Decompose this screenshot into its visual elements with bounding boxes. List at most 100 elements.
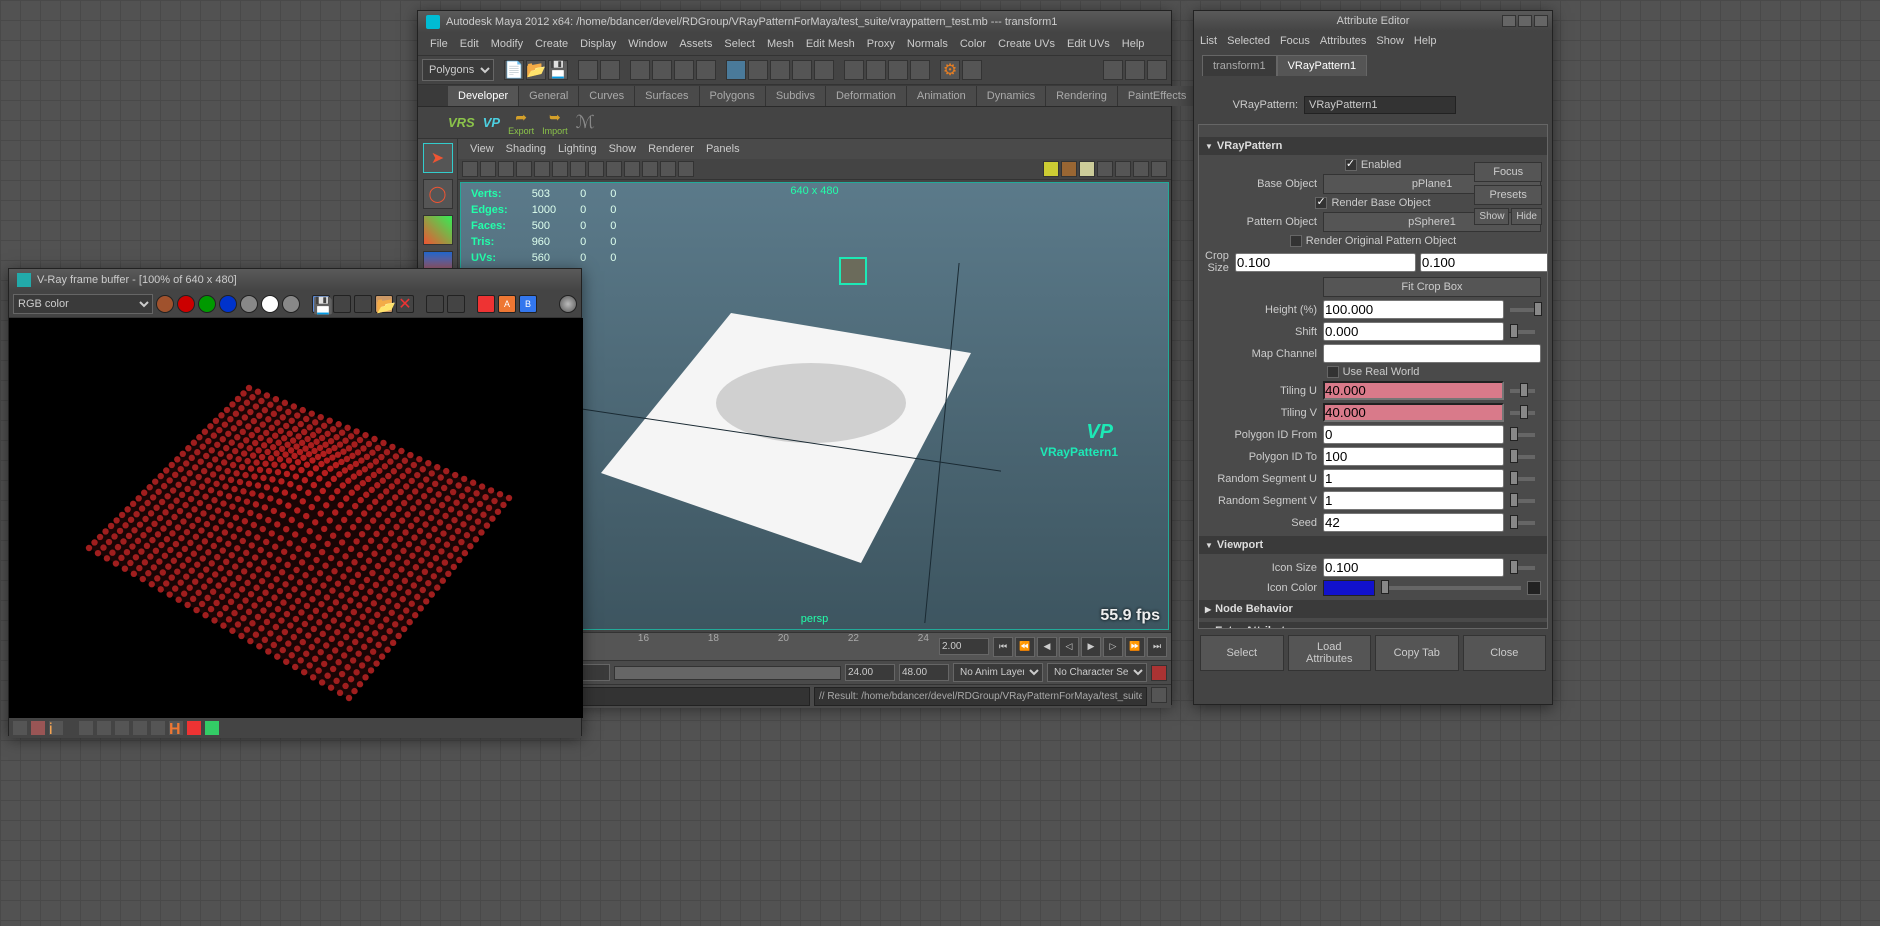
channel-swatch-3[interactable] xyxy=(219,295,237,313)
layout-2-icon[interactable] xyxy=(1125,60,1145,80)
snap-live-icon[interactable] xyxy=(814,60,834,80)
sel-obj-icon[interactable] xyxy=(630,60,650,80)
char-set-dropdown[interactable]: No Character Set xyxy=(1047,663,1147,682)
rand-seg-v-field[interactable] xyxy=(1323,491,1504,510)
ipr-icon[interactable] xyxy=(910,60,930,80)
exposure-icon[interactable] xyxy=(115,721,129,735)
polyid-from-field[interactable] xyxy=(1323,425,1504,444)
viewport-toolbar[interactable] xyxy=(458,159,1171,180)
export-shelf-button[interactable]: ➦Export xyxy=(508,109,534,136)
render-view-icon[interactable] xyxy=(962,60,982,80)
step-fwd-icon[interactable]: ▷ xyxy=(1103,637,1123,657)
color-correct-icon[interactable] xyxy=(477,295,495,313)
script-editor-icon[interactable] xyxy=(1151,687,1167,703)
show-button[interactable]: Show xyxy=(1474,208,1509,225)
hide-button[interactable]: Hide xyxy=(1511,208,1542,225)
play-icon[interactable] xyxy=(205,721,219,735)
pixel-info-icon[interactable] xyxy=(13,721,27,735)
open-scene-icon[interactable]: 📂 xyxy=(526,60,546,80)
script-shelf-icon[interactable]: ℳ xyxy=(576,112,595,133)
sel-comp-icon[interactable] xyxy=(652,60,672,80)
tiling-v-field[interactable] xyxy=(1323,403,1504,422)
shift-field[interactable] xyxy=(1323,322,1504,341)
sel-mask2-icon[interactable] xyxy=(696,60,716,80)
copy-tab-button[interactable]: Copy Tab xyxy=(1375,635,1459,671)
anim-layer-dropdown[interactable]: No Anim Layer xyxy=(953,663,1043,682)
vp-icon[interactable] xyxy=(462,161,478,177)
section-viewport[interactable]: Viewport xyxy=(1199,536,1547,554)
vrs-shelf-button[interactable]: VRS xyxy=(448,115,475,130)
channel-swatch-0[interactable] xyxy=(156,295,174,313)
attr-tabs[interactable]: transform1 VRayPattern1 xyxy=(1202,55,1552,76)
import-shelf-button[interactable]: ➥Import xyxy=(542,109,568,136)
section-extra-attrs[interactable]: Extra Attributes xyxy=(1199,622,1547,629)
rand-seg-u-field[interactable] xyxy=(1323,469,1504,488)
vfb-titlebar[interactable]: V-Ray frame buffer - [100% of 640 x 480] xyxy=(9,269,581,291)
channel-swatch-5[interactable] xyxy=(261,295,279,313)
close-button[interactable]: Close xyxy=(1463,635,1547,671)
step-back-key-icon[interactable]: ⏪ xyxy=(1015,637,1035,657)
section-node-behavior[interactable]: Node Behavior xyxy=(1199,600,1547,618)
channel-swatch-6[interactable] xyxy=(282,295,300,313)
close-icon[interactable] xyxy=(1534,15,1548,27)
load-image-icon[interactable] xyxy=(333,295,351,313)
channel-swatch-1[interactable] xyxy=(177,295,195,313)
snap-point-icon[interactable] xyxy=(770,60,790,80)
polyid-to-field[interactable] xyxy=(1323,447,1504,466)
mode-dropdown[interactable]: Polygons xyxy=(422,59,494,81)
layout-3-icon[interactable] xyxy=(1147,60,1167,80)
attr-menubar[interactable]: ListSelectedFocusAttributesShowHelp xyxy=(1194,31,1552,51)
tiling-v-slider[interactable] xyxy=(1510,411,1535,415)
node-name-field[interactable] xyxy=(1304,96,1456,114)
snap-curve-icon[interactable] xyxy=(748,60,768,80)
layout-1-icon[interactable] xyxy=(1103,60,1123,80)
select-tool-icon[interactable]: ➤ xyxy=(423,143,453,173)
autokey-icon[interactable] xyxy=(1151,665,1167,681)
step-fwd-key-icon[interactable]: ⏩ xyxy=(1125,637,1145,657)
color-picker-icon[interactable] xyxy=(1527,581,1541,595)
lut-icon[interactable] xyxy=(151,721,165,735)
vfb-render-view[interactable] xyxy=(9,318,581,718)
polyid-from-slider[interactable] xyxy=(1510,433,1535,437)
render-icon[interactable] xyxy=(888,60,908,80)
tab-transform1[interactable]: transform1 xyxy=(1202,55,1277,76)
channel-swatch-2[interactable] xyxy=(198,295,216,313)
vfb-settings-icon[interactable] xyxy=(559,295,577,313)
attr-titlebar[interactable]: Attribute Editor xyxy=(1194,11,1552,31)
focus-button[interactable]: Focus xyxy=(1474,162,1542,182)
history-icon[interactable] xyxy=(844,60,864,80)
vfb-bottom-bar[interactable]: i H xyxy=(9,718,581,738)
play-back-icon[interactable]: ◁ xyxy=(1059,637,1079,657)
info-i-icon[interactable]: i xyxy=(49,721,63,735)
select-button[interactable]: Select xyxy=(1200,635,1284,671)
icon-size-slider[interactable] xyxy=(1510,566,1535,570)
shift-slider[interactable] xyxy=(1510,330,1535,334)
curves-icon[interactable] xyxy=(79,721,93,735)
height-field[interactable] xyxy=(1323,300,1504,319)
vfb-toolbar[interactable]: RGB color 💾 📂 ✕ A B xyxy=(9,291,581,318)
maya-titlebar[interactable]: Autodesk Maya 2012 x64: /home/bdancer/de… xyxy=(418,11,1171,33)
channel-dropdown[interactable]: RGB color xyxy=(13,294,153,314)
undo-icon[interactable] xyxy=(578,60,598,80)
vp-shelf-button[interactable]: VP xyxy=(483,115,500,130)
polyid-to-slider[interactable] xyxy=(1510,455,1535,459)
height-slider[interactable] xyxy=(1510,308,1535,312)
playback-controls[interactable]: ⏮ ⏪ ◀ ◁ ▶ ▷ ⏩ ⏭ xyxy=(989,637,1171,657)
section-vraypattern[interactable]: VRayPattern xyxy=(1199,137,1547,155)
icon-size-field[interactable] xyxy=(1323,558,1504,577)
icon-color-swatch[interactable] xyxy=(1323,580,1375,596)
lasso-tool-icon[interactable]: ◯ xyxy=(423,179,453,209)
icon-color-slider[interactable] xyxy=(1381,586,1521,590)
sel-mask-icon[interactable] xyxy=(674,60,694,80)
rand-seg-v-slider[interactable] xyxy=(1510,499,1535,503)
seed-field[interactable] xyxy=(1323,513,1504,532)
seed-slider[interactable] xyxy=(1510,521,1535,525)
crop-y-field[interactable] xyxy=(1420,253,1548,272)
tiling-u-slider[interactable] xyxy=(1510,389,1535,393)
clear-icon[interactable] xyxy=(354,295,372,313)
fit-crop-button[interactable]: Fit Crop Box xyxy=(1323,277,1541,297)
track-mouse-icon[interactable] xyxy=(447,295,465,313)
region-icon[interactable] xyxy=(426,295,444,313)
channel-swatch-4[interactable] xyxy=(240,295,258,313)
current-frame-field[interactable] xyxy=(939,638,989,655)
